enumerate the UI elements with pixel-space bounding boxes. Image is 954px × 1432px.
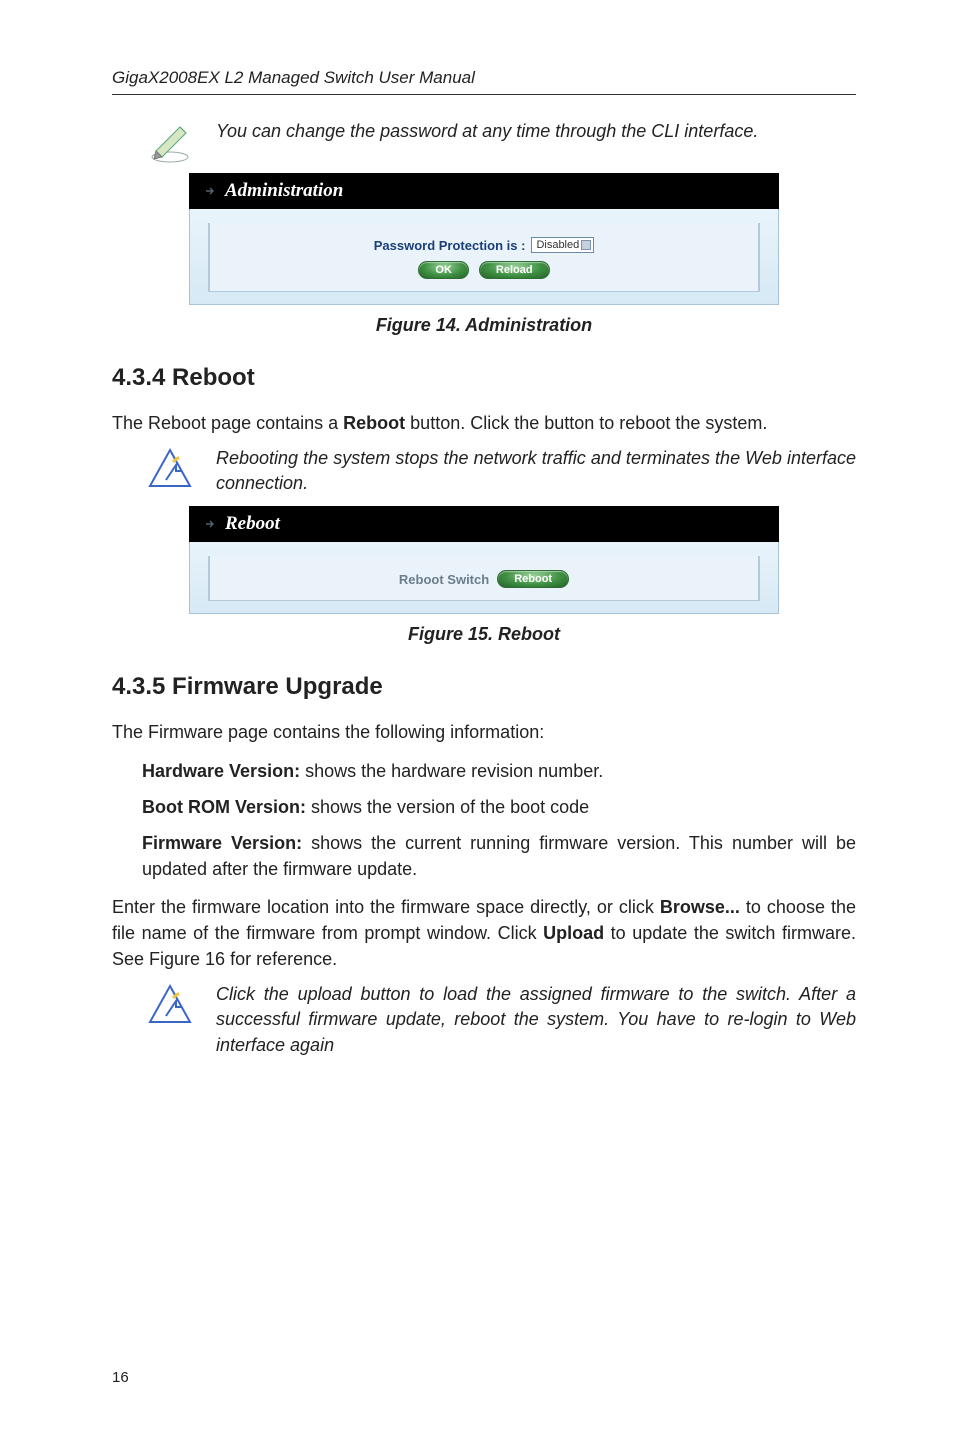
- hardware-version-label: Hardware Version:: [142, 761, 300, 781]
- password-protection-select[interactable]: Disabled: [531, 237, 594, 253]
- browse-bold: Browse...: [660, 897, 740, 917]
- reboot-bold: Reboot: [343, 413, 405, 433]
- firmware-intro: The Firmware page contains the following…: [112, 719, 856, 745]
- firmware-version-label: Firmware Version:: [142, 833, 302, 853]
- alert-icon: [142, 446, 198, 490]
- reboot-paragraph: The Reboot page contains a Reboot button…: [112, 410, 856, 436]
- note-text: Rebooting the system stops the network t…: [216, 446, 856, 496]
- note-upload-warning: Click the upload button to load the assi…: [142, 982, 856, 1058]
- text: The Reboot page contains a: [112, 413, 343, 433]
- figure14-caption: Figure 14. Administration: [112, 315, 856, 336]
- figure-reboot: Reboot Reboot Switch Reboot: [112, 506, 856, 614]
- figure-titlebar: Reboot: [189, 506, 779, 542]
- figure15-caption: Figure 15. Reboot: [112, 624, 856, 645]
- text: Enter the firmware location into the fir…: [112, 897, 660, 917]
- reload-button[interactable]: Reload: [479, 261, 550, 279]
- figure-title: Reboot: [225, 513, 280, 535]
- upload-bold: Upload: [543, 923, 604, 943]
- ok-button[interactable]: OK: [418, 261, 469, 279]
- figure-titlebar: Administration: [189, 173, 779, 209]
- reboot-button[interactable]: Reboot: [497, 570, 569, 588]
- bootrom-version-text: shows the version of the boot code: [306, 797, 589, 817]
- pencil-note-icon: [142, 119, 198, 163]
- figure-title: Administration: [225, 180, 343, 202]
- figure-administration: Administration Password Protection is : …: [112, 173, 856, 305]
- note-text: Click the upload button to load the assi…: [216, 982, 856, 1058]
- bootrom-version-label: Boot ROM Version:: [142, 797, 306, 817]
- arrow-icon: [203, 184, 217, 198]
- password-protection-label: Password Protection is :: [374, 238, 526, 253]
- page-header: GigaX2008EX L2 Managed Switch User Manua…: [112, 68, 856, 95]
- hardware-version-text: shows the hardware revision number.: [300, 761, 603, 781]
- reboot-switch-label: Reboot Switch: [399, 572, 489, 587]
- text: button. Click the button to reboot the s…: [405, 413, 767, 433]
- note-cli-password: You can change the password at any time …: [142, 119, 856, 163]
- arrow-icon: [203, 517, 217, 531]
- note-text: You can change the password at any time …: [216, 119, 856, 144]
- firmware-details: Hardware Version: shows the hardware rev…: [142, 758, 856, 882]
- page-number: 16: [112, 1369, 129, 1386]
- firmware-browse-paragraph: Enter the firmware location into the fir…: [112, 894, 856, 972]
- alert-icon: [142, 982, 198, 1026]
- heading-firmware-upgrade: 4.3.5 Firmware Upgrade: [112, 673, 856, 701]
- note-reboot-warning: Rebooting the system stops the network t…: [142, 446, 856, 496]
- heading-reboot: 4.3.4 Reboot: [112, 364, 856, 392]
